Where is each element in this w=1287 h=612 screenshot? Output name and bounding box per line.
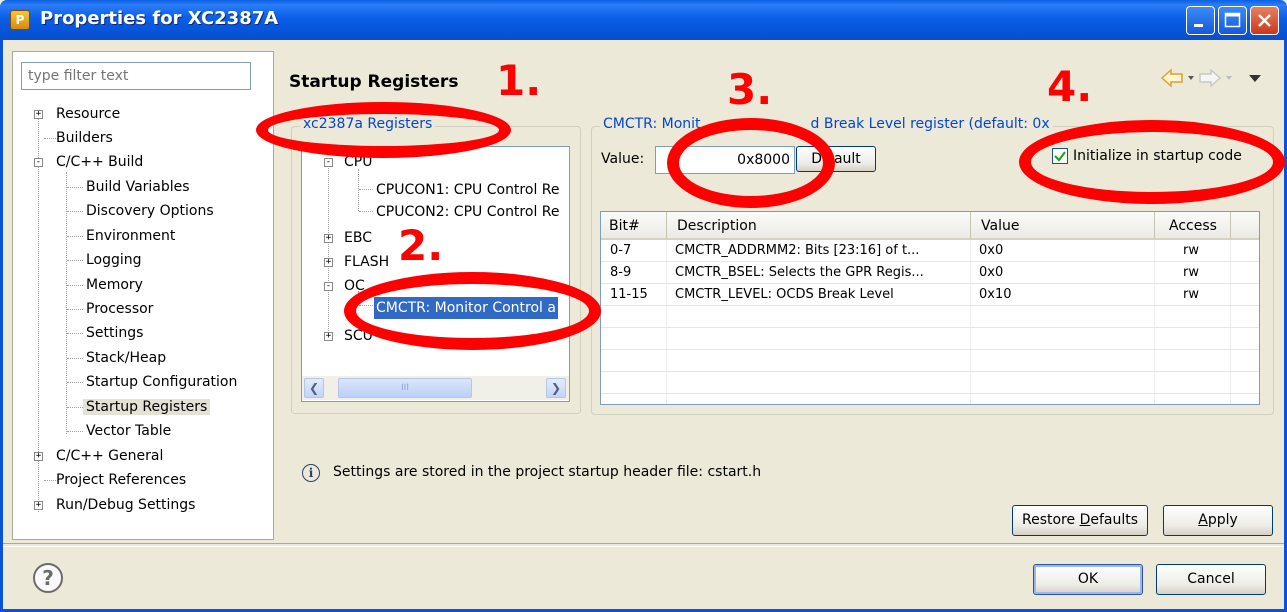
sidebar-item-startup-configuration[interactable]: Startup Configuration [86, 371, 237, 393]
register-detail-label: CMCTR: Monit d Break Level register (defa… [600, 116, 1053, 132]
value-label: Value: [601, 151, 645, 167]
expander-run-debug[interactable]: + [34, 501, 43, 510]
view-menu-icon [1249, 75, 1261, 82]
sidebar-item-project-references[interactable]: Project References [56, 469, 186, 491]
forward-arrow-icon [1199, 68, 1222, 88]
window-title: Properties for XC2387A [40, 8, 279, 29]
expander-cpp-build[interactable]: - [34, 158, 43, 167]
expander-ebc[interactable]: + [324, 234, 333, 243]
sidebar-item-startup-registers[interactable]: Startup Registers [83, 396, 211, 418]
sidebar-item-memory[interactable]: Memory [86, 274, 143, 296]
apply-button[interactable]: Apply [1163, 505, 1273, 536]
column-header-value[interactable]: Value [971, 212, 1155, 240]
expander-flash[interactable]: + [324, 258, 333, 267]
table-row-empty [601, 372, 1259, 394]
column-header-description[interactable]: Description [667, 212, 971, 240]
sidebar-item-cpp-general[interactable]: C/C++ General [56, 445, 163, 467]
expander-cpu[interactable]: - [324, 158, 333, 167]
sidebar-item-environment[interactable]: Environment [86, 225, 175, 247]
annotation-ellipse-1 [256, 102, 511, 158]
table-row-empty [601, 350, 1259, 372]
sidebar-item-stack-heap[interactable]: Stack/Heap [86, 347, 166, 369]
help-icon[interactable]: ? [33, 563, 63, 593]
annotation-ellipse-2 [344, 272, 601, 350]
close-button[interactable] [1250, 6, 1279, 35]
register-node-cpucon1[interactable]: CPUCON1: CPU Control Re [376, 179, 560, 201]
table-row[interactable]: 8-9 CMCTR_BSEL: Selects the GPR Regis...… [601, 262, 1259, 284]
column-header-filler [1231, 212, 1259, 240]
minimize-icon [1194, 24, 1203, 27]
column-header-bit[interactable]: Bit# [601, 212, 667, 240]
sidebar-item-build-variables[interactable]: Build Variables [86, 176, 190, 198]
register-node-cpucon2[interactable]: CPUCON2: CPU Control Re [376, 201, 560, 223]
annotation-number-1: 1. [496, 56, 542, 105]
expander-resource[interactable]: + [34, 110, 43, 119]
sidebar-item-logging[interactable]: Logging [86, 249, 142, 271]
register-node-flash[interactable]: FLASH [344, 251, 389, 273]
sidebar-item-cpp-build[interactable]: C/C++ Build [56, 151, 143, 173]
sidebar-item-discovery-options[interactable]: Discovery Options [86, 200, 214, 222]
table-row[interactable]: 0-7 CMCTR_ADDRMM2: Bits [23:16] of t... … [601, 240, 1259, 262]
bitfield-table[interactable]: Bit# Description Value Access 0-7 CMCTR_… [600, 211, 1260, 405]
expander-scu[interactable]: + [324, 332, 333, 341]
scroll-left-icon[interactable]: ❮ [304, 378, 324, 398]
sidebar-item-processor[interactable]: Processor [86, 298, 153, 320]
info-text: Settings are stored in the project start… [333, 464, 762, 480]
maximize-button[interactable] [1218, 6, 1247, 35]
expander-cpp-general[interactable]: + [34, 452, 43, 461]
restore-defaults-button[interactable]: Restore Defaults [1012, 505, 1148, 536]
table-row-empty [601, 306, 1259, 328]
sidebar-item-run-debug-settings[interactable]: Run/Debug Settings [56, 494, 195, 516]
scroll-right-icon[interactable]: ❯ [546, 378, 566, 398]
filter-input[interactable] [21, 62, 251, 90]
minimize-button[interactable] [1186, 6, 1215, 35]
column-header-access[interactable]: Access [1155, 212, 1231, 240]
history-navigation [1160, 66, 1270, 94]
table-row-empty [601, 328, 1259, 350]
ok-button[interactable]: OK [1033, 564, 1143, 595]
button-bar-separator [3, 543, 1284, 547]
register-tree-hscrollbar[interactable]: ❮ III ❯ [302, 376, 569, 400]
scroll-thumb[interactable]: III [338, 378, 472, 398]
back-arrow-icon[interactable] [1160, 66, 1270, 90]
sidebar-item-vector-table[interactable]: Vector Table [86, 420, 171, 442]
annotation-number-2: 2. [398, 221, 444, 270]
sidebar-item-builders[interactable]: Builders [56, 127, 113, 149]
app-icon: P [10, 10, 30, 30]
register-node-ebc[interactable]: EBC [344, 227, 372, 249]
sidebar-item-resource[interactable]: Resource [56, 103, 120, 125]
info-icon: i [302, 464, 320, 482]
maximize-icon [1224, 12, 1241, 28]
title-bar[interactable]: P Properties for XC2387A [0, 0, 1287, 40]
expander-ocds[interactable]: - [324, 282, 333, 291]
table-row[interactable]: 11-15 CMCTR_LEVEL: OCDS Break Level 0x10… [601, 284, 1259, 306]
annotation-ellipse-4 [1019, 120, 1285, 204]
cancel-button[interactable]: Cancel [1156, 564, 1266, 595]
close-icon [1258, 14, 1271, 27]
annotation-number-4: 4. [1047, 62, 1093, 111]
annotation-ellipse-3 [667, 118, 835, 208]
annotation-number-3: 3. [727, 65, 773, 114]
page-title: Startup Registers [289, 72, 459, 92]
sidebar-item-settings[interactable]: Settings [86, 322, 143, 344]
